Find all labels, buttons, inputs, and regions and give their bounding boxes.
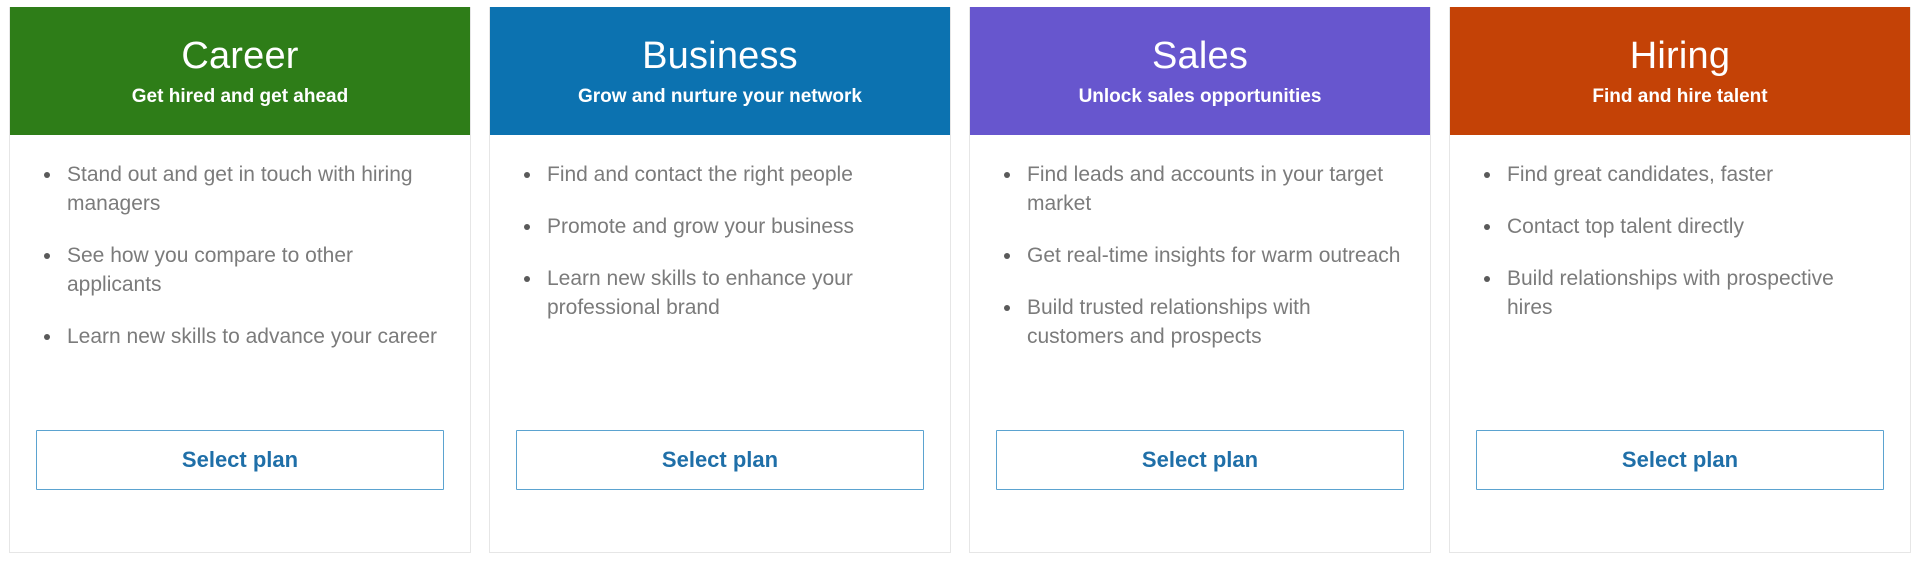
list-item: Contact top talent directly [1476, 213, 1884, 242]
plan-title: Career [181, 34, 299, 77]
feature-text: Build trusted relationships with custome… [1027, 295, 1311, 348]
list-item: Stand out and get in touch with hiring m… [36, 161, 444, 219]
plan-feature-list: Find and contact the right people Promote… [516, 161, 924, 323]
plan-cards-row: Career Get hired and get ahead Stand out a… [0, 0, 1920, 566]
plan-card-hiring: Hiring Find and hire talent Find great can… [1449, 7, 1911, 553]
bullet-dot-icon [524, 223, 530, 230]
plan-header-sales: Sales Unlock sales opportunities [970, 7, 1430, 135]
feature-text: Learn new skills to enhance your profess… [547, 266, 853, 319]
list-item: Find great candidates, faster [1476, 161, 1884, 190]
bullet-dot-icon [1004, 252, 1010, 259]
list-item: Learn new skills to enhance your profess… [516, 265, 924, 323]
list-item: Find leads and accounts in your target m… [996, 161, 1404, 219]
bullet-dot-icon [44, 172, 50, 178]
plan-subtitle: Grow and nurture your network [578, 85, 862, 107]
list-item: Learn new skills to advance your career [36, 323, 444, 352]
plan-header-business: Business Grow and nurture your network [490, 7, 950, 135]
plan-subtitle: Get hired and get ahead [131, 85, 349, 107]
bullet-dot-icon [524, 275, 530, 282]
plan-feature-list: Find leads and accounts in your target m… [996, 161, 1404, 352]
list-item: Build trusted relationships with custome… [996, 294, 1404, 352]
plan-card-sales: Sales Unlock sales opportunities Find lead… [969, 7, 1431, 553]
select-plan-button-sales[interactable]: Select plan [996, 430, 1404, 490]
bullet-dot-icon [1004, 172, 1010, 178]
plan-card-career: Career Get hired and get ahead Stand out a… [9, 7, 471, 553]
bullet-dot-icon [1484, 275, 1490, 282]
list-item: Promote and grow your business [516, 213, 924, 242]
bullet-dot-icon [1004, 304, 1010, 311]
feature-text: Stand out and get in touch with hiring m… [67, 163, 413, 215]
select-plan-button-hiring[interactable]: Select plan [1476, 430, 1884, 490]
select-plan-button-career[interactable]: Select plan [36, 430, 444, 490]
list-item: Build relationships with prospective hir… [1476, 265, 1884, 323]
plan-body-career: Stand out and get in touch with hiring m… [10, 135, 470, 552]
list-item: See how you compare to other applicants [36, 242, 444, 300]
bullet-dot-icon [524, 172, 530, 178]
list-item: Get real-time insights for warm outreach [996, 242, 1404, 271]
plan-title: Business [642, 34, 798, 77]
bullet-dot-icon [1484, 223, 1490, 230]
plan-card-business: Business Grow and nurture your network Fin… [489, 7, 951, 553]
feature-text: Promote and grow your business [547, 214, 854, 238]
feature-text: Find leads and accounts in your target m… [1027, 163, 1384, 215]
plan-feature-list: Find great candidates, faster Contact top… [1476, 161, 1884, 323]
plan-body-business: Find and contact the right people Promote… [490, 135, 950, 552]
plan-subtitle: Unlock sales opportunities [1078, 85, 1322, 107]
list-item: Find and contact the right people [516, 161, 924, 190]
feature-text: Get real-time insights for warm outreach [1027, 243, 1401, 267]
bullet-dot-icon [44, 252, 50, 259]
plan-header-career: Career Get hired and get ahead [10, 7, 470, 135]
plan-title: Hiring [1629, 34, 1731, 77]
plan-body-hiring: Find great candidates, faster Contact top… [1450, 135, 1910, 552]
plan-feature-list: Stand out and get in touch with hiring m… [36, 161, 444, 352]
feature-text: Learn new skills to advance your career [67, 324, 438, 348]
feature-text: Build relationships with prospective hir… [1507, 266, 1834, 319]
feature-text: Find great candidates, faster [1507, 163, 1774, 186]
plan-header-hiring: Hiring Find and hire talent [1450, 7, 1910, 135]
bullet-dot-icon [1484, 172, 1490, 178]
feature-text: Contact top talent directly [1507, 214, 1744, 238]
plan-title: Sales [1151, 34, 1249, 77]
select-plan-button-business[interactable]: Select plan [516, 430, 924, 490]
feature-text: See how you compare to other applicants [67, 243, 354, 296]
feature-text: Find and contact the right people [547, 163, 853, 186]
bullet-dot-icon [44, 333, 50, 340]
plan-subtitle: Find and hire talent [1592, 85, 1768, 107]
plan-body-sales: Find leads and accounts in your target m… [970, 135, 1430, 552]
